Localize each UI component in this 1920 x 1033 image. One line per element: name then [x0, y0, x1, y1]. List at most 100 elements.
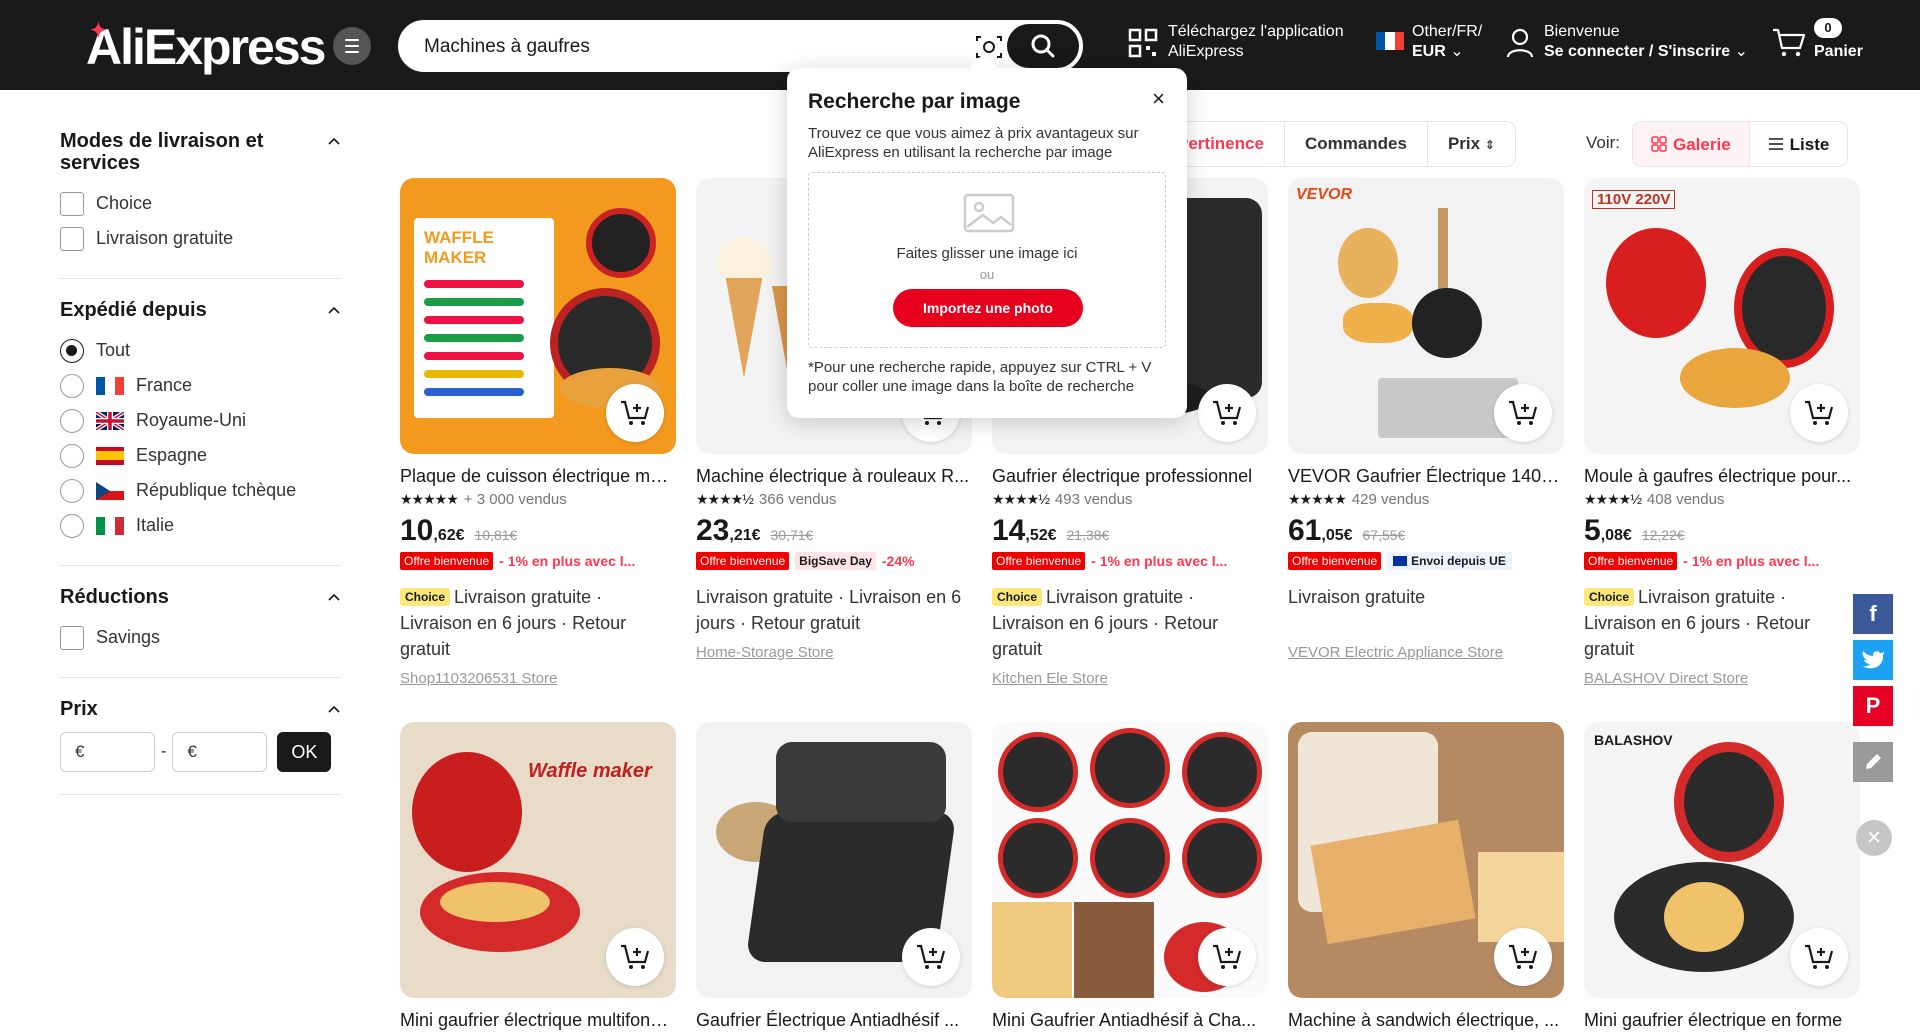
product-card[interactable]: 110V 220V Moule à gaufres électrique pou…: [1584, 178, 1860, 687]
download-app-link[interactable]: Téléchargez l'application AliExpress: [1168, 22, 1344, 62]
add-to-cart-button[interactable]: [606, 928, 664, 986]
price-min-input[interactable]: €: [60, 732, 155, 772]
add-to-cart-button[interactable]: [1198, 384, 1256, 442]
product-card[interactable]: VEVOR VEVOR Gaufrier Électrique 1400... …: [1288, 178, 1564, 661]
product-image[interactable]: [1288, 722, 1564, 998]
ship-from-all[interactable]: Tout: [60, 333, 340, 368]
product-title[interactable]: Mini gaufrier électrique multifonction: [400, 1010, 676, 1031]
price-filter-title[interactable]: Prix: [60, 698, 340, 720]
product-image[interactable]: [992, 722, 1268, 998]
product-image[interactable]: Waffle maker: [400, 722, 676, 998]
qr-code-icon[interactable]: [1128, 28, 1158, 58]
sold-count: 429 vendus: [1351, 490, 1430, 508]
add-to-cart-button[interactable]: [1198, 928, 1256, 986]
checkbox[interactable]: [60, 226, 84, 251]
image-drop-zone[interactable]: Faites glisser une image ici ou Importez…: [808, 172, 1166, 348]
aliexpress-logo[interactable]: ✦ AliExpress: [86, 18, 326, 76]
chevron-up-icon[interactable]: [328, 136, 340, 148]
sort-price[interactable]: Prix ⇕: [1428, 122, 1515, 166]
add-to-cart-button[interactable]: [1790, 928, 1848, 986]
radio[interactable]: [60, 478, 84, 503]
chevron-up-icon[interactable]: [328, 592, 340, 604]
ship-from-france[interactable]: France: [60, 368, 340, 403]
product-card[interactable]: Mini Gaufrier Antiadhésif à Cha...: [992, 722, 1268, 1031]
account-menu[interactable]: Bienvenue Se connecter / S'inscrire ⌄: [1506, 22, 1748, 62]
sign-in-link[interactable]: Se connecter / S'inscrire: [1544, 43, 1730, 60]
filter-choice[interactable]: Choice: [60, 186, 340, 221]
checkbox[interactable]: [60, 191, 84, 216]
chevron-up-icon[interactable]: [328, 704, 340, 716]
product-image[interactable]: VEVOR: [1288, 178, 1564, 454]
upload-photo-button[interactable]: Importez une photo: [893, 289, 1083, 327]
add-to-cart-icon: [1213, 400, 1242, 425]
store-link[interactable]: Home-Storage Store: [696, 644, 972, 661]
close-icon[interactable]: ×: [1152, 86, 1165, 112]
product-image[interactable]: WAFFLE MAKER: [400, 178, 676, 454]
chevron-up-icon[interactable]: [328, 305, 340, 317]
image-caption: WAFFLE MAKER: [424, 228, 494, 267]
product-image[interactable]: [696, 722, 972, 998]
radio[interactable]: [60, 373, 84, 398]
product-title[interactable]: Gaufrier Électrique Antiadhésif ...: [696, 1010, 972, 1031]
delivery-filter-title[interactable]: Modes de livraison et services: [60, 130, 340, 174]
product-card[interactable]: Machine à sandwich électrique, ...: [1288, 722, 1564, 1031]
product-title[interactable]: Machine électrique à rouleaux R...: [696, 466, 972, 487]
product-card[interactable]: BALASHOV Mini gaufrier électrique en for…: [1584, 722, 1860, 1031]
price-max-input[interactable]: €: [172, 732, 268, 772]
product-card[interactable]: Waffle maker Mini gaufrier électrique mu…: [400, 722, 676, 1031]
search-input[interactable]: [424, 34, 944, 60]
product-title[interactable]: Mini gaufrier électrique en forme: [1584, 1010, 1860, 1031]
product-title[interactable]: Mini Gaufrier Antiadhésif à Cha...: [992, 1010, 1268, 1031]
twitter-share-icon[interactable]: [1853, 640, 1893, 680]
add-to-cart-button[interactable]: [606, 384, 664, 442]
filter-savings[interactable]: Savings: [60, 620, 340, 655]
edit-pencil-icon[interactable]: [1853, 742, 1893, 782]
discounts-title[interactable]: Réductions: [60, 586, 340, 608]
product-card[interactable]: WAFFLE MAKER Plaque de cuisson électriqu…: [400, 178, 676, 687]
radio[interactable]: [60, 408, 84, 433]
filter-label: Italie: [136, 515, 175, 535]
price-ok-button[interactable]: OK: [277, 732, 332, 772]
store-link[interactable]: Shop1103206531 Store: [400, 670, 676, 687]
pinterest-share-icon[interactable]: P: [1853, 686, 1893, 726]
search-button[interactable]: [1007, 24, 1079, 68]
price-decimal: ,05€: [1321, 527, 1353, 544]
product-title[interactable]: Gaufrier électrique professionnel: [992, 466, 1268, 487]
store-link[interactable]: BALASHOV Direct Store: [1584, 670, 1860, 687]
view-gallery[interactable]: Galerie: [1633, 122, 1750, 166]
store-link[interactable]: Kitchen Ele Store: [992, 670, 1268, 687]
product-card[interactable]: Gaufrier Électrique Antiadhésif ...: [696, 722, 972, 1031]
store-link[interactable]: VEVOR Electric Appliance Store: [1288, 644, 1564, 661]
sort-orders[interactable]: Commandes: [1285, 122, 1428, 166]
checkbox[interactable]: [60, 625, 84, 650]
filter-free-shipping[interactable]: Livraison gratuite: [60, 221, 340, 256]
add-to-cart-button[interactable]: [902, 928, 960, 986]
product-title[interactable]: Moule à gaufres électrique pour...: [1584, 466, 1860, 487]
add-to-cart-button[interactable]: [1494, 928, 1552, 986]
product-image[interactable]: BALASHOV: [1584, 722, 1860, 998]
logo-star-icon: ✦: [90, 20, 107, 42]
radio[interactable]: [60, 443, 84, 468]
product-title[interactable]: Plaque de cuisson électrique multifoncti…: [400, 466, 676, 487]
radio-selected[interactable]: [60, 338, 84, 363]
list-icon: [1768, 138, 1783, 150]
ship-from-spain[interactable]: Espagne: [60, 438, 340, 473]
add-to-cart-button[interactable]: [1494, 384, 1552, 442]
product-title[interactable]: VEVOR Gaufrier Électrique 1400...: [1288, 466, 1564, 487]
close-share-bar-icon[interactable]: ×: [1856, 820, 1892, 856]
view-list[interactable]: Liste: [1750, 122, 1848, 166]
facebook-share-icon[interactable]: f: [1853, 594, 1893, 634]
product-title[interactable]: Machine à sandwich électrique, ...: [1288, 1010, 1564, 1031]
ship-from-uk[interactable]: Royaume-Uni: [60, 403, 340, 438]
radio[interactable]: [60, 513, 84, 538]
add-to-cart-button[interactable]: [1790, 384, 1848, 442]
category-menu-button[interactable]: [333, 27, 371, 65]
ship-from-czech[interactable]: République tchèque: [60, 473, 340, 508]
locale-selector[interactable]: Other/FR/ EUR ⌄: [1376, 22, 1482, 62]
sort-bar: Pertinence Commandes Prix ⇕: [1156, 121, 1516, 167]
shipped-from-title[interactable]: Expédié depuis: [60, 299, 340, 321]
delivery-filter: Modes de livraison et services Choice Li…: [60, 130, 340, 279]
eu-shipping-badge: Envoi depuis UE: [1387, 552, 1512, 570]
ship-from-italy[interactable]: Italie: [60, 508, 340, 543]
product-image[interactable]: 110V 220V: [1584, 178, 1860, 454]
